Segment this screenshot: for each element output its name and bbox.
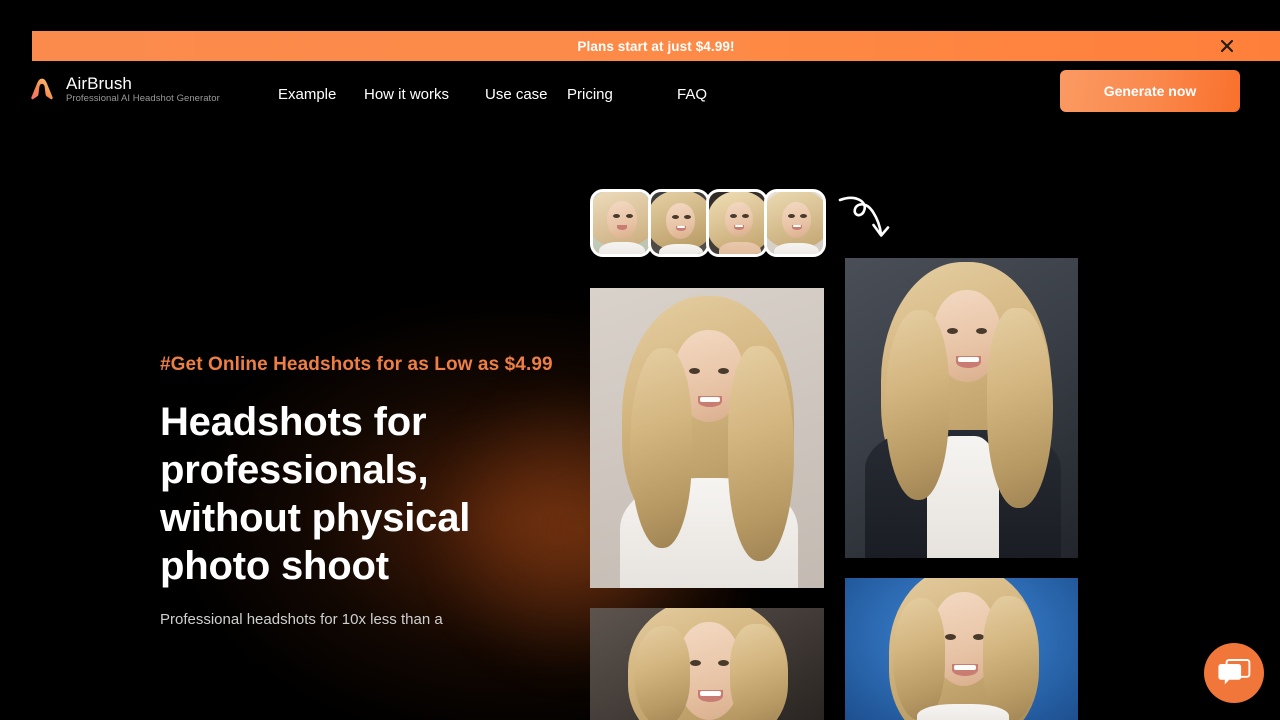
result-image-light-background[interactable]	[590, 288, 824, 588]
nav-link-use-case[interactable]: Use case	[485, 83, 567, 107]
generate-now-button[interactable]: Generate now	[1060, 70, 1240, 112]
close-icon[interactable]	[1218, 37, 1236, 55]
promo-banner-text: Plans start at just $4.99!	[577, 38, 735, 54]
brand-tagline: Professional AI Headshot Generator	[66, 93, 220, 104]
hero-subtitle: Professional headshots for 10x less than…	[160, 611, 443, 628]
brand-name: AirBrush	[66, 74, 132, 93]
nav-link-how-it-works[interactable]: How it works	[364, 83, 485, 107]
thumbnail-item[interactable]	[706, 189, 768, 257]
thumbnail-item[interactable]	[590, 189, 652, 257]
page-title: Headshots for professionals, without phy…	[160, 400, 471, 588]
result-image-dark-background[interactable]	[590, 608, 824, 720]
thumbnail-item[interactable]	[648, 189, 710, 257]
hero-tagline: #Get Online Headshots for as Low as $4.9…	[160, 354, 553, 375]
result-image-blue-background[interactable]	[845, 578, 1078, 720]
nav-links: Example How it works Use case Pricing FA…	[278, 83, 737, 107]
brand-logo[interactable]: AirBrush Professional AI Headshot Genera…	[28, 74, 220, 105]
chat-bubbles-icon	[1218, 659, 1251, 685]
nav-link-pricing[interactable]: Pricing	[567, 83, 677, 107]
nav-link-faq[interactable]: FAQ	[677, 83, 737, 107]
result-image-suit-charcoal-background[interactable]	[845, 258, 1078, 558]
curved-down-arrow-icon	[838, 196, 890, 237]
top-navigation-bar: AirBrush Professional AI Headshot Genera…	[0, 61, 1280, 137]
thumbnail-item[interactable]	[764, 189, 826, 257]
hero-text-block: #Get Online Headshots for as Low as $4.9…	[160, 350, 560, 632]
source-thumbnail-strip	[590, 189, 826, 257]
landing-page: Plans start at just $4.99! AirBrush Prof…	[0, 0, 1280, 720]
chat-widget-button[interactable]	[1204, 643, 1264, 703]
nav-link-example[interactable]: Example	[278, 83, 364, 107]
airbrush-a-logo-icon	[31, 78, 53, 99]
promo-banner: Plans start at just $4.99!	[32, 31, 1280, 61]
